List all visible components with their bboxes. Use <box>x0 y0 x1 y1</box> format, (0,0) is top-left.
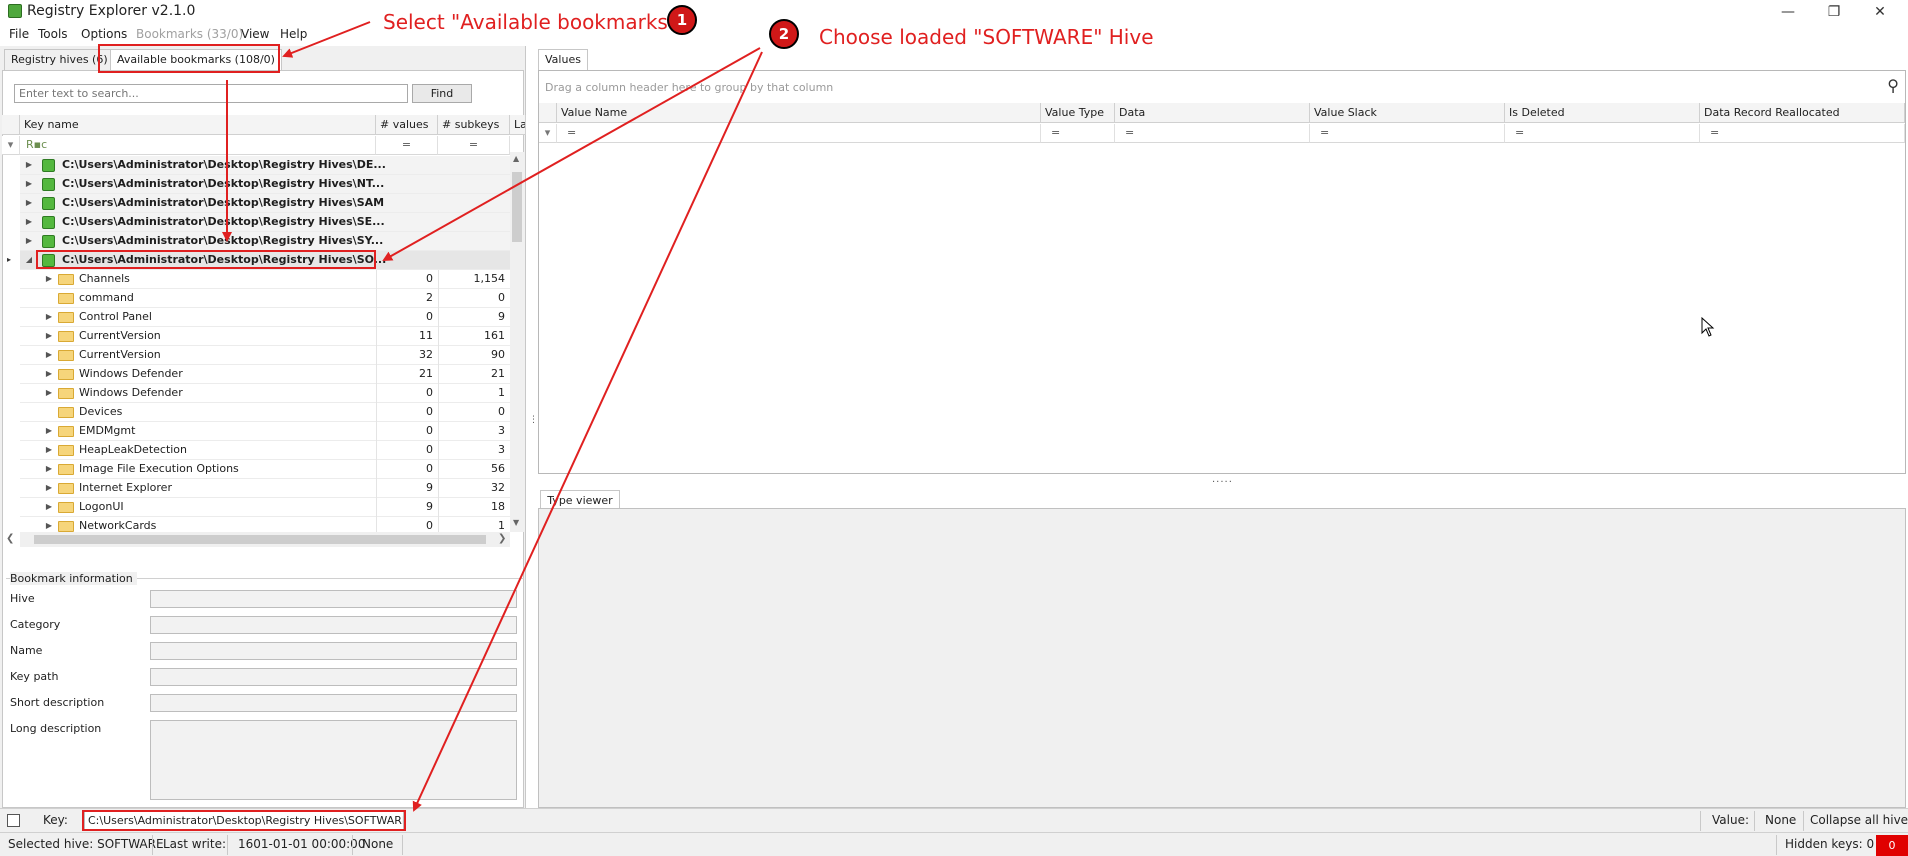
annotation-arrows <box>222 21 763 812</box>
annotation-step2-text: Choose loaded "SOFTWARE" Hive <box>819 25 1154 49</box>
arrow-to-tab <box>282 21 371 58</box>
annotation-step1-text: Select "Available bookmarks" <box>383 10 678 34</box>
arrow-to-keybar <box>412 51 763 812</box>
arrow-to-software <box>382 47 761 261</box>
annotation-step1-badge: 1 <box>667 5 697 35</box>
annotation-step2-badge: 2 <box>769 19 799 49</box>
